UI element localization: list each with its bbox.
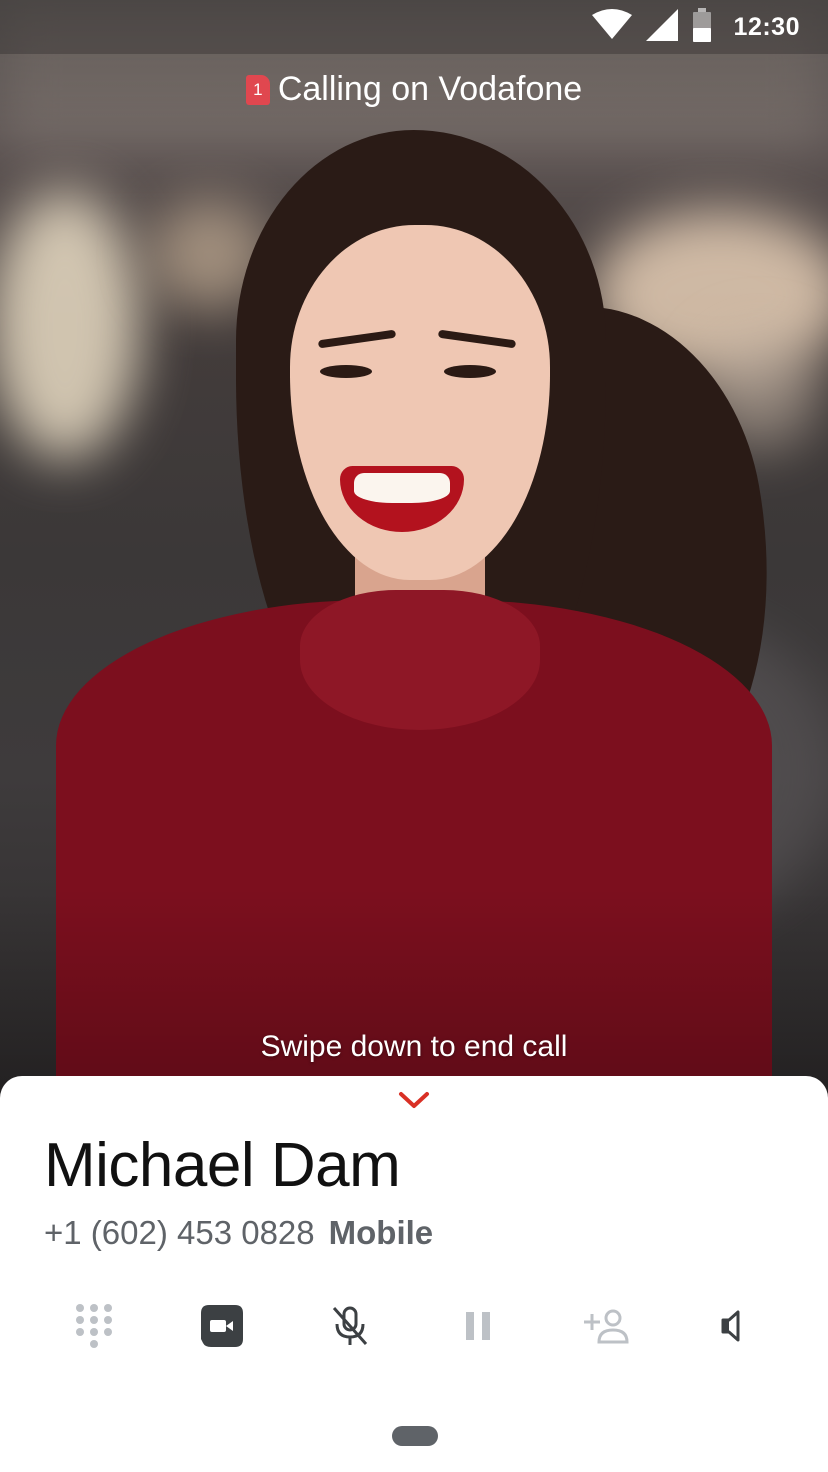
contact-phone: +1 (602) 453 0828 — [44, 1214, 315, 1251]
status-time: 12:30 — [733, 12, 800, 41]
speaker-button[interactable] — [670, 1298, 798, 1358]
video-call-button[interactable] — [158, 1298, 286, 1358]
dialpad-icon — [74, 1302, 114, 1355]
dialpad-button[interactable] — [30, 1298, 158, 1358]
cell-signal-icon — [645, 8, 678, 46]
video-call-icon — [201, 1304, 243, 1352]
contact-phone-type: Mobile — [328, 1214, 434, 1251]
contact-name: Michael Dam — [44, 1131, 401, 1200]
chevron-down-icon[interactable] — [398, 1088, 430, 1112]
caller-photo — [0, 0, 828, 1110]
mute-button[interactable] — [286, 1298, 414, 1358]
home-handle[interactable] — [392, 1426, 438, 1446]
contact-phone-line: +1 (602) 453 0828 Mobile — [44, 1214, 433, 1252]
speaker-icon — [720, 1309, 748, 1348]
wifi-icon — [591, 8, 632, 46]
swipe-hint: Swipe down to end call — [260, 1030, 568, 1063]
mic-off-icon — [330, 1305, 370, 1352]
calling-carrier-text: Calling on Vodafone — [277, 70, 583, 108]
hold-button[interactable] — [414, 1298, 542, 1358]
sim-badge: 1 — [245, 74, 270, 105]
call-actions — [30, 1298, 798, 1358]
add-person-icon — [582, 1308, 630, 1349]
battery-icon — [692, 7, 712, 47]
status-bar: 12:30 — [0, 0, 828, 54]
pause-icon — [463, 1310, 493, 1347]
call-sheet[interactable]: Michael Dam +1 (602) 453 0828 Mobile — [0, 1076, 828, 1472]
add-call-button[interactable] — [542, 1298, 670, 1358]
calling-carrier: 1 Calling on Vodafone — [0, 70, 828, 109]
